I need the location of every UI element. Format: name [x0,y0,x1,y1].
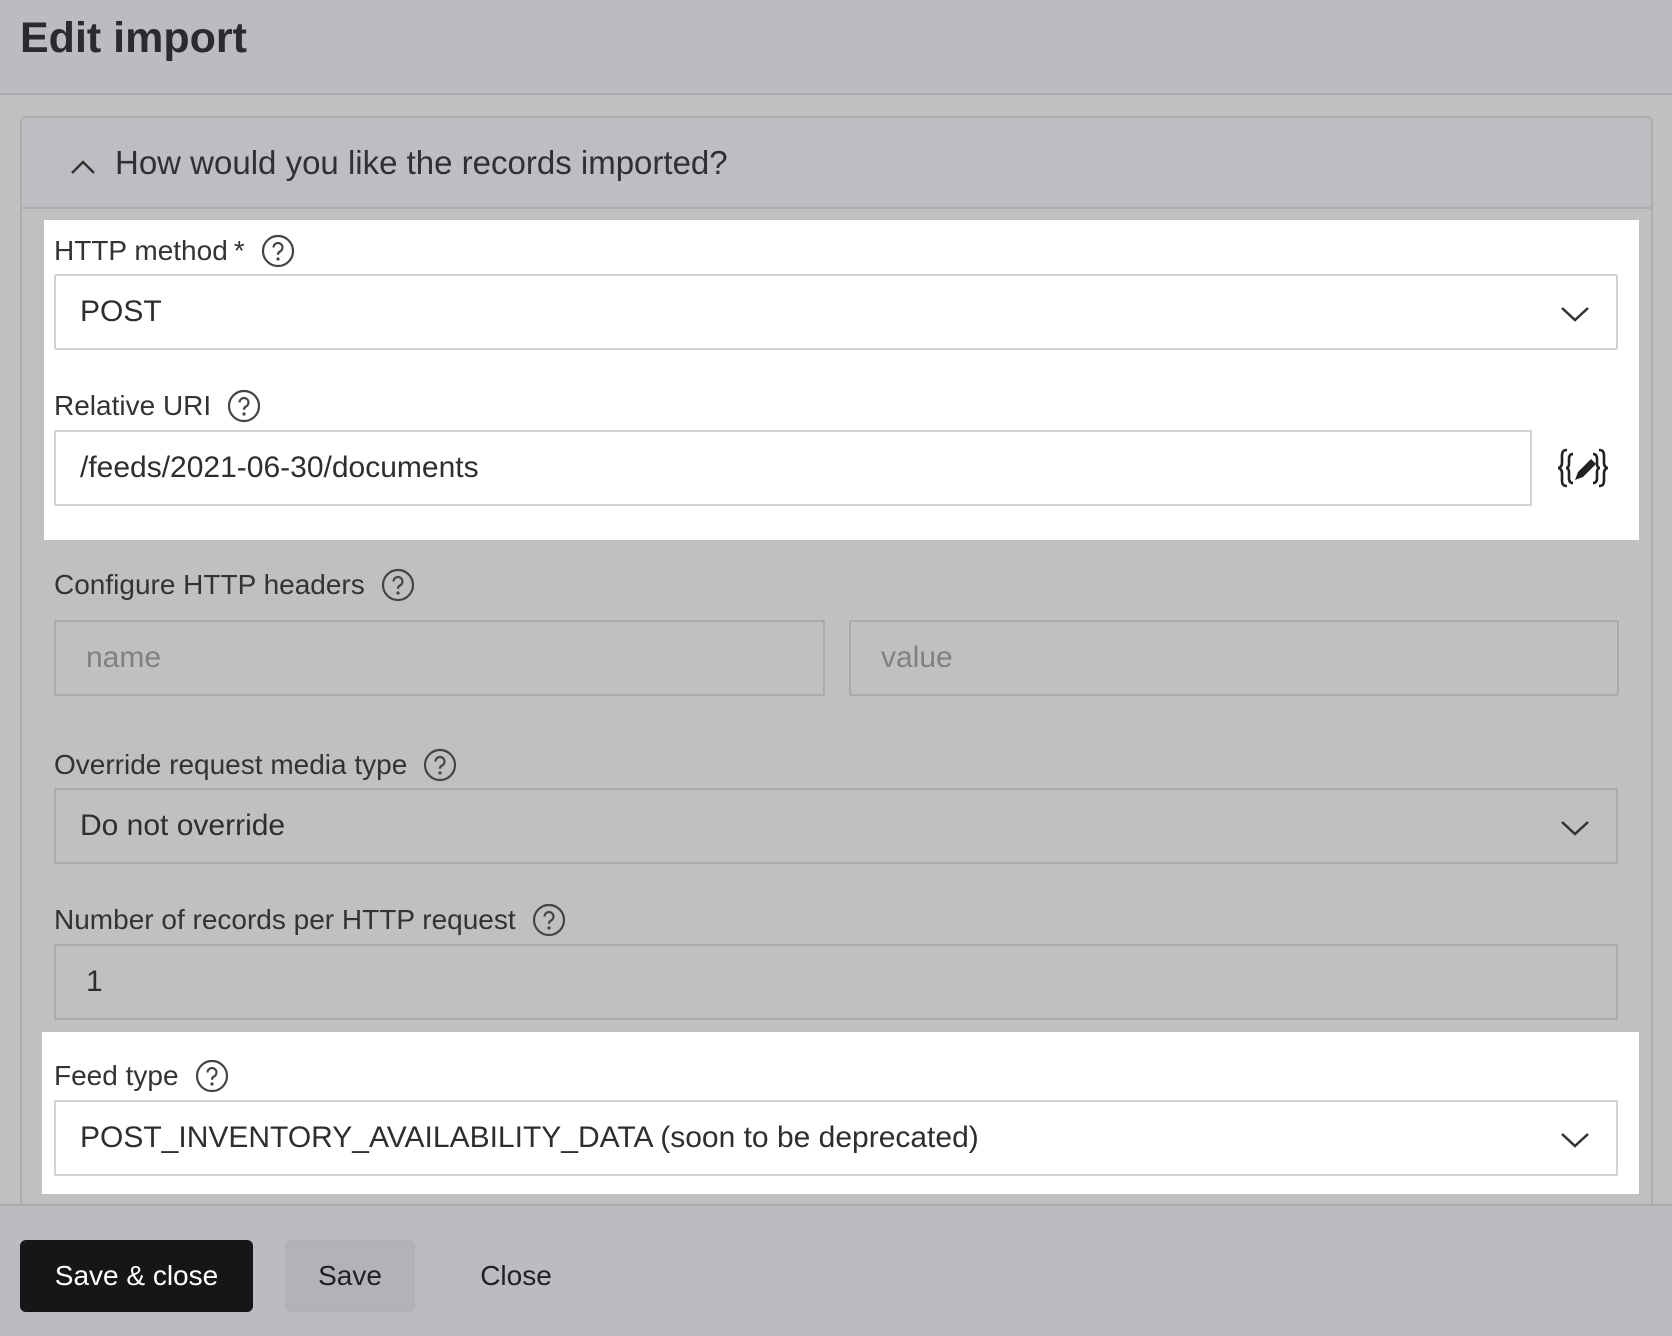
help-circle-icon[interactable] [261,234,295,268]
save-button[interactable]: Save [285,1240,415,1312]
section-title: How would you like the records imported? [115,144,728,181]
http-method-value: POST [80,295,162,328]
save-and-close-button[interactable]: Save & close [20,1240,253,1312]
records-per-request-label-text: Number of records per HTTP request [54,904,516,935]
handlebars-editor-icon[interactable] [1558,446,1608,492]
footer-actions: Save & close Save Close [0,1204,1672,1336]
help-circle-icon[interactable] [195,1059,229,1093]
relative-uri-value: /feeds/2021-06-30/documents [80,451,479,484]
required-marker: * [233,235,245,266]
media-type-label-text: Override request media type [54,749,408,780]
http-method-label-text: HTTP method [54,235,228,266]
help-circle-icon[interactable] [532,903,566,937]
header-value-placeholder: value [881,641,953,674]
http-method-label: HTTP method * [54,232,295,270]
page-header: Edit import [0,0,1672,95]
chevron-down-icon [1561,307,1589,322]
feed-type-label-text: Feed type [54,1060,179,1091]
records-per-request-input[interactable]: 1 [54,944,1618,1020]
header-name-input[interactable]: name [54,620,825,696]
header-value-input[interactable]: value [849,620,1619,696]
chevron-down-icon [1561,1133,1589,1148]
close-button[interactable]: Close [460,1240,572,1312]
media-type-label: Override request media type [54,746,457,784]
records-per-request-value: 1 [86,965,103,998]
section-header[interactable]: How would you like the records imported? [22,118,1651,209]
relative-uri-label: Relative URI [54,387,261,425]
header-name-placeholder: name [86,641,162,674]
help-circle-icon[interactable] [381,568,415,602]
http-headers-label-row: Configure HTTP headers [54,566,415,604]
media-type-select[interactable]: Do not override [54,788,1618,864]
records-per-request-label: Number of records per HTTP request [54,901,566,939]
chevron-up-icon[interactable] [70,154,96,180]
media-type-value: Do not override [80,809,286,842]
chevron-down-icon [1561,821,1589,836]
feed-type-label: Feed type [54,1057,229,1095]
relative-uri-label-text: Relative URI [54,390,212,421]
help-circle-icon[interactable] [423,748,457,782]
feed-type-value: POST_INVENTORY_AVAILABILITY_DATA (soon t… [80,1121,979,1154]
help-circle-icon[interactable] [227,389,261,423]
feed-type-select[interactable]: POST_INVENTORY_AVAILABILITY_DATA (soon t… [54,1100,1618,1176]
main-content: How would you like the records imported?… [0,96,1672,1204]
http-method-select[interactable]: POST [54,274,1618,350]
relative-uri-input[interactable]: /feeds/2021-06-30/documents [54,430,1532,506]
http-headers-label-text: Configure HTTP headers [54,569,365,600]
page-title: Edit import [20,14,247,62]
